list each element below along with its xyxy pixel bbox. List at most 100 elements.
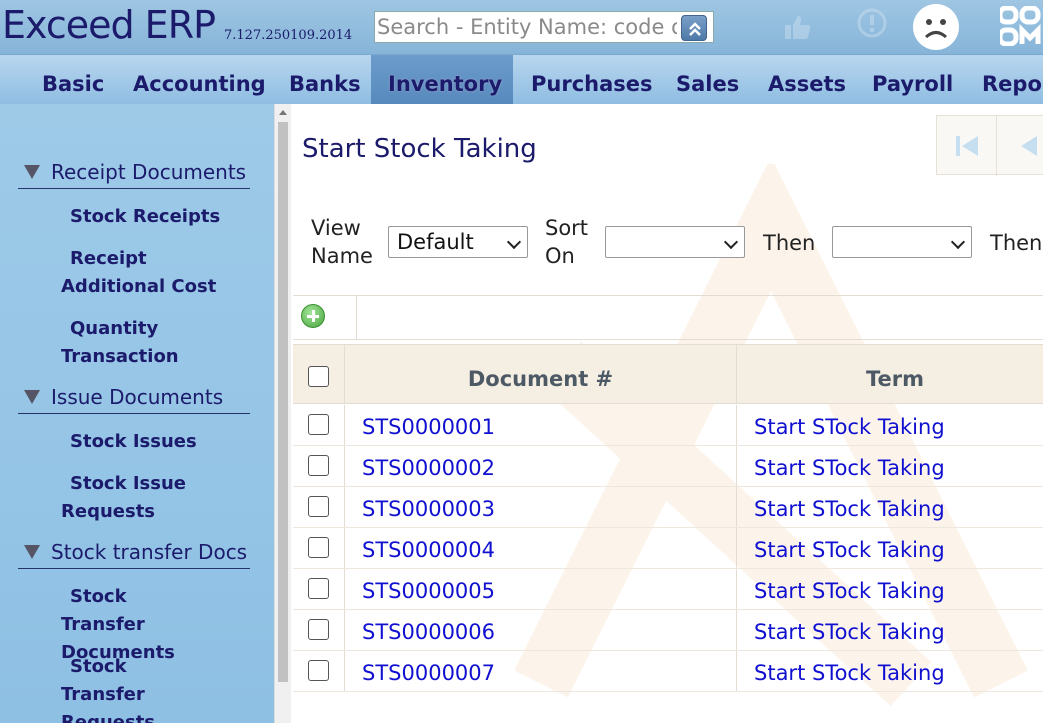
nav-banks[interactable]: Banks bbox=[289, 55, 361, 105]
sad-face-icon[interactable] bbox=[913, 4, 959, 50]
document-cell: STS0000002 bbox=[345, 446, 737, 486]
row-check-cell bbox=[293, 446, 345, 486]
scrollbar-thumb[interactable] bbox=[278, 122, 288, 682]
term-link[interactable]: Start STock Taking bbox=[754, 528, 945, 572]
collapse-triangle-icon bbox=[24, 390, 40, 404]
sidebar-section-receipt-documents[interactable]: Receipt Documents bbox=[18, 159, 250, 189]
sidebar-item-quantity-transaction[interactable]: Quantity Transaction bbox=[61, 315, 181, 371]
document-cell: STS0000003 bbox=[345, 487, 737, 527]
sort-on-select[interactable] bbox=[605, 226, 745, 258]
nav-payroll[interactable]: Payroll bbox=[872, 55, 953, 105]
chevron-down-icon bbox=[723, 234, 739, 250]
main-nav: Basic Accounting Banks Inventory Purchas… bbox=[0, 54, 1043, 105]
nav-assets[interactable]: Assets bbox=[768, 55, 846, 105]
table-row[interactable]: STS0000005 Start STock Taking bbox=[293, 569, 1043, 610]
add-button[interactable] bbox=[293, 296, 357, 340]
sidebar-section-stock-transfer-docs[interactable]: Stock transfer Docs bbox=[18, 539, 250, 569]
sidebar: Receipt Documents Stock Receipts Receipt… bbox=[0, 104, 274, 723]
view-name-value: Default bbox=[397, 230, 474, 254]
sidebar-section-title: Stock transfer Docs bbox=[51, 540, 248, 564]
document-link[interactable]: STS0000001 bbox=[362, 405, 495, 449]
document-cell: STS0000001 bbox=[345, 405, 737, 445]
row-checkbox[interactable] bbox=[308, 414, 329, 435]
first-page-icon bbox=[956, 136, 978, 156]
sidebar-section-issue-documents[interactable]: Issue Documents bbox=[18, 384, 250, 414]
sort-on-label: Sort On bbox=[545, 216, 589, 268]
chevron-down-icon bbox=[506, 234, 522, 250]
term-cell: Start STock Taking bbox=[737, 528, 1043, 568]
qr-code-icon[interactable] bbox=[1000, 6, 1043, 46]
sidebar-item-stock-issues[interactable]: Stock Issues bbox=[61, 428, 261, 456]
document-cell: STS0000005 bbox=[345, 569, 737, 609]
sidebar-item-stock-receipts[interactable]: Stock Receipts bbox=[61, 203, 261, 231]
previous-page-button[interactable] bbox=[997, 116, 1043, 176]
search-box bbox=[374, 11, 714, 43]
term-cell: Start STock Taking bbox=[737, 405, 1043, 445]
row-check-cell bbox=[293, 528, 345, 568]
nav-basic[interactable]: Basic bbox=[42, 55, 104, 105]
sidebar-section-title: Receipt Documents bbox=[51, 160, 247, 184]
term-link[interactable]: Start STock Taking bbox=[754, 651, 945, 695]
select-all-checkbox[interactable] bbox=[308, 366, 329, 387]
nav-accounting[interactable]: Accounting bbox=[133, 55, 266, 105]
row-check-cell bbox=[293, 651, 345, 691]
term-cell: Start STock Taking bbox=[737, 610, 1043, 650]
table-row[interactable]: STS0000002 Start STock Taking bbox=[293, 446, 1043, 487]
scroll-up-arrow-icon[interactable] bbox=[279, 110, 287, 115]
sidebar-item-stock-issue-requests[interactable]: Stock Issue Requests bbox=[61, 470, 191, 526]
column-header-term[interactable]: Term bbox=[737, 345, 1043, 403]
sidebar-scrollbar[interactable] bbox=[274, 104, 291, 723]
nav-sales[interactable]: Sales bbox=[676, 55, 739, 105]
document-cell: STS0000004 bbox=[345, 528, 737, 568]
term-link[interactable]: Start STock Taking bbox=[754, 446, 945, 490]
grid-toolbar bbox=[293, 295, 1043, 340]
collapse-triangle-icon bbox=[24, 545, 40, 559]
table-row[interactable]: STS0000006 Start STock Taking bbox=[293, 610, 1043, 651]
then-label: Then bbox=[763, 231, 816, 255]
row-check-cell bbox=[293, 569, 345, 609]
search-button[interactable] bbox=[681, 15, 707, 41]
nav-inventory[interactable]: Inventory bbox=[371, 55, 513, 105]
row-checkbox[interactable] bbox=[308, 455, 329, 476]
table-row[interactable]: STS0000004 Start STock Taking bbox=[293, 528, 1043, 569]
sidebar-item-receipt-additional-cost[interactable]: Receipt Additional Cost bbox=[61, 245, 251, 301]
term-link[interactable]: Start STock Taking bbox=[754, 610, 945, 654]
row-check-cell bbox=[293, 610, 345, 650]
document-link[interactable]: STS0000002 bbox=[362, 446, 495, 490]
nav-reports[interactable]: Repor bbox=[982, 55, 1043, 105]
view-name-select[interactable]: Default bbox=[388, 226, 528, 258]
sidebar-item-stock-transfer-requests[interactable]: Stock Transfer Requests bbox=[61, 653, 216, 723]
row-checkbox[interactable] bbox=[308, 578, 329, 599]
page-title: Start Stock Taking bbox=[302, 134, 537, 164]
table-row[interactable]: STS0000003 Start STock Taking bbox=[293, 487, 1043, 528]
first-page-button[interactable] bbox=[937, 116, 997, 176]
term-link[interactable]: Start STock Taking bbox=[754, 569, 945, 613]
add-circle-icon bbox=[301, 304, 325, 328]
previous-page-icon bbox=[1021, 136, 1037, 156]
app-title: Exceed ERP bbox=[2, 3, 216, 47]
term-link[interactable]: Start STock Taking bbox=[754, 487, 945, 531]
grid-header: Document # Term bbox=[293, 344, 1043, 404]
document-cell: STS0000007 bbox=[345, 651, 737, 691]
nav-purchases[interactable]: Purchases bbox=[531, 55, 653, 105]
then-select[interactable] bbox=[832, 226, 972, 258]
table-row[interactable]: STS0000001 Start STock Taking bbox=[293, 405, 1043, 446]
row-checkbox[interactable] bbox=[308, 660, 329, 681]
document-link[interactable]: STS0000003 bbox=[362, 487, 495, 531]
document-link[interactable]: STS0000005 bbox=[362, 569, 495, 613]
document-link[interactable]: STS0000004 bbox=[362, 528, 495, 572]
term-link[interactable]: Start STock Taking bbox=[754, 405, 945, 449]
column-header-document[interactable]: Document # bbox=[345, 345, 737, 403]
table-row[interactable]: STS0000007 Start STock Taking bbox=[293, 651, 1043, 692]
pager bbox=[936, 115, 1043, 176]
alert-circle-icon[interactable] bbox=[855, 8, 889, 42]
row-check-cell bbox=[293, 487, 345, 527]
row-checkbox[interactable] bbox=[308, 496, 329, 517]
thumbs-up-icon[interactable] bbox=[782, 12, 812, 42]
search-input[interactable] bbox=[377, 14, 677, 40]
main-content: Start Stock Taking View Name Default Sor… bbox=[291, 104, 1043, 723]
row-checkbox[interactable] bbox=[308, 619, 329, 640]
document-link[interactable]: STS0000006 bbox=[362, 610, 495, 654]
row-checkbox[interactable] bbox=[308, 537, 329, 558]
document-link[interactable]: STS0000007 bbox=[362, 651, 495, 695]
